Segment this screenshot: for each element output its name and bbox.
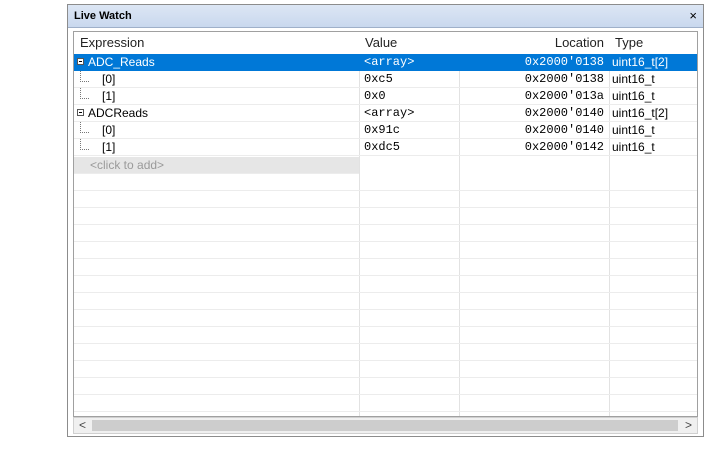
- tree-connector-icon: [80, 71, 89, 82]
- type-cell: uint16_t[2]: [612, 106, 669, 120]
- empty-row: [74, 395, 697, 412]
- tree-connector-icon: [80, 122, 89, 133]
- watch-row[interactable]: [0] 0x91c 0x2000'0140 uint16_t: [74, 122, 697, 139]
- add-expression-placeholder[interactable]: <click to add>: [90, 157, 164, 173]
- expression-cell: ADCReads: [88, 106, 149, 120]
- location-cell: 0x2000'0138: [524, 72, 604, 86]
- watch-row[interactable]: [1] 0x0 0x2000'013a uint16_t: [74, 88, 697, 105]
- expression-cell: [0]: [102, 72, 116, 86]
- location-cell: 0x2000'013a: [524, 89, 604, 103]
- value-cell: 0xdc5: [364, 140, 401, 154]
- tree-connector-icon: [80, 139, 89, 150]
- collapse-toggle-icon[interactable]: [77, 109, 84, 116]
- type-cell: uint16_t: [612, 89, 655, 103]
- horizontal-scrollbar[interactable]: < >: [73, 417, 698, 434]
- panel-title: Live Watch: [74, 10, 132, 22]
- value-cell: 0x91c: [364, 123, 401, 137]
- scroll-left-icon[interactable]: <: [74, 418, 91, 433]
- value-cell: <array>: [364, 55, 415, 69]
- empty-row: [74, 208, 697, 225]
- empty-row: [74, 174, 697, 191]
- column-header-location[interactable]: Location: [460, 32, 604, 54]
- watch-row[interactable]: [1] 0xdc5 0x2000'0142 uint16_t: [74, 139, 697, 156]
- type-cell: uint16_t: [612, 123, 655, 137]
- watch-grid: Expression Value Location Type ADC_Reads…: [73, 31, 698, 417]
- type-cell: uint16_t: [612, 72, 655, 86]
- value-cell: 0x0: [364, 89, 386, 103]
- empty-row: [74, 327, 697, 344]
- collapse-toggle-icon[interactable]: [77, 58, 84, 65]
- add-expression-row[interactable]: <click to add>: [74, 157, 359, 174]
- expression-cell: [0]: [102, 123, 116, 137]
- empty-row: [74, 191, 697, 208]
- close-icon[interactable]: ×: [689, 8, 697, 23]
- empty-row: [74, 276, 697, 293]
- live-watch-panel: Live Watch × Expression Value Location T…: [67, 4, 704, 437]
- column-header-row: Expression Value Location Type: [74, 32, 697, 55]
- empty-row: [74, 378, 697, 395]
- column-header-expression[interactable]: Expression: [80, 32, 144, 54]
- tree-connector-icon: [80, 88, 89, 99]
- value-cell: <array>: [364, 106, 415, 120]
- column-header-value[interactable]: Value: [365, 32, 397, 54]
- watch-row[interactable]: ADCReads <array> 0x2000'0140 uint16_t[2]: [74, 105, 697, 122]
- location-cell: 0x2000'0140: [524, 123, 604, 137]
- scrollbar-thumb[interactable]: [92, 420, 678, 431]
- watch-row[interactable]: ADC_Reads <array> 0x2000'0138 uint16_t[2]: [74, 54, 697, 71]
- location-cell: 0x2000'0142: [524, 140, 604, 154]
- location-cell: 0x2000'0138: [524, 55, 604, 69]
- expression-cell: ADC_Reads: [88, 55, 155, 69]
- empty-row: [74, 242, 697, 259]
- empty-row: [74, 344, 697, 361]
- empty-row: [74, 310, 697, 327]
- empty-row: [74, 259, 697, 276]
- scroll-right-icon[interactable]: >: [680, 418, 697, 433]
- empty-row: [74, 293, 697, 310]
- expression-cell: [1]: [102, 89, 116, 103]
- title-bar: Live Watch ×: [68, 5, 703, 28]
- expression-cell: [1]: [102, 140, 116, 154]
- type-cell: uint16_t[2]: [612, 55, 669, 69]
- watch-row[interactable]: [0] 0xc5 0x2000'0138 uint16_t: [74, 71, 697, 88]
- column-header-type[interactable]: Type: [615, 32, 643, 54]
- value-cell: 0xc5: [364, 72, 393, 86]
- type-cell: uint16_t: [612, 140, 655, 154]
- empty-row: [74, 361, 697, 378]
- empty-row: [74, 225, 697, 242]
- location-cell: 0x2000'0140: [524, 106, 604, 120]
